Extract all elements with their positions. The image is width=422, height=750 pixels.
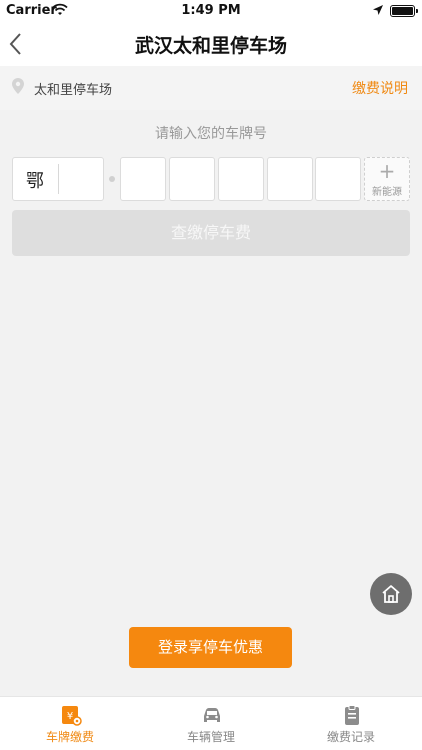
tab-bar: ¥ 车牌缴费 车辆管理 缴费记录 xyxy=(0,696,422,750)
plate-char-input-2[interactable] xyxy=(120,157,166,201)
location-arrow-icon xyxy=(372,4,384,20)
page-title: 武汉太和里停车场 xyxy=(134,35,287,57)
plate-char-input-6[interactable] xyxy=(315,157,361,201)
plus-icon: + xyxy=(378,159,396,183)
svg-text:¥: ¥ xyxy=(67,711,73,722)
map-pin-icon xyxy=(12,78,24,98)
location-bar: 太和里停车场 缴费说明 xyxy=(0,66,422,110)
new-energy-label: 新能源 xyxy=(372,187,402,198)
tab-label: 车牌缴费 xyxy=(45,730,94,744)
pay-icon: ¥ xyxy=(60,704,82,726)
fee-explanation-link[interactable]: 缴费说明 xyxy=(352,78,408,98)
clock: 1:49 PM xyxy=(181,3,241,18)
clipboard-icon xyxy=(341,704,363,726)
plate-char-input-5[interactable] xyxy=(267,157,313,201)
plate-prompt: 请输入您的车牌号 xyxy=(155,126,267,142)
nav-bar: 武汉太和里停车场 xyxy=(0,22,422,66)
parking-lot-name: 太和里停车场 xyxy=(34,83,113,98)
new-energy-button[interactable]: + 新能源 xyxy=(364,157,410,201)
query-fee-button[interactable]: 查缴停车费 xyxy=(12,210,410,256)
province-label: 鄂 xyxy=(26,171,44,192)
plate-separator-dot xyxy=(109,176,115,182)
tab-vehicle-management[interactable]: 车辆管理 xyxy=(141,697,281,750)
battery-icon xyxy=(390,5,418,17)
tab-plate-payment[interactable]: ¥ 车牌缴费 xyxy=(0,697,140,750)
tab-label: 车辆管理 xyxy=(186,730,235,744)
plate-char-input-4[interactable] xyxy=(218,157,264,201)
home-button[interactable] xyxy=(370,573,412,615)
plate-char-input-3[interactable] xyxy=(169,157,215,201)
province-cell[interactable]: 鄂 xyxy=(12,157,104,201)
car-icon xyxy=(201,704,223,726)
province-divider xyxy=(58,164,59,194)
login-button[interactable]: 登录享停车优惠 xyxy=(129,627,292,668)
status-bar: Carrier 1:49 PM xyxy=(0,0,422,22)
tab-label: 缴费记录 xyxy=(326,730,375,744)
plate-input-row: 鄂 + 新能源 xyxy=(12,157,412,201)
tab-payment-records[interactable]: 缴费记录 xyxy=(281,697,421,750)
